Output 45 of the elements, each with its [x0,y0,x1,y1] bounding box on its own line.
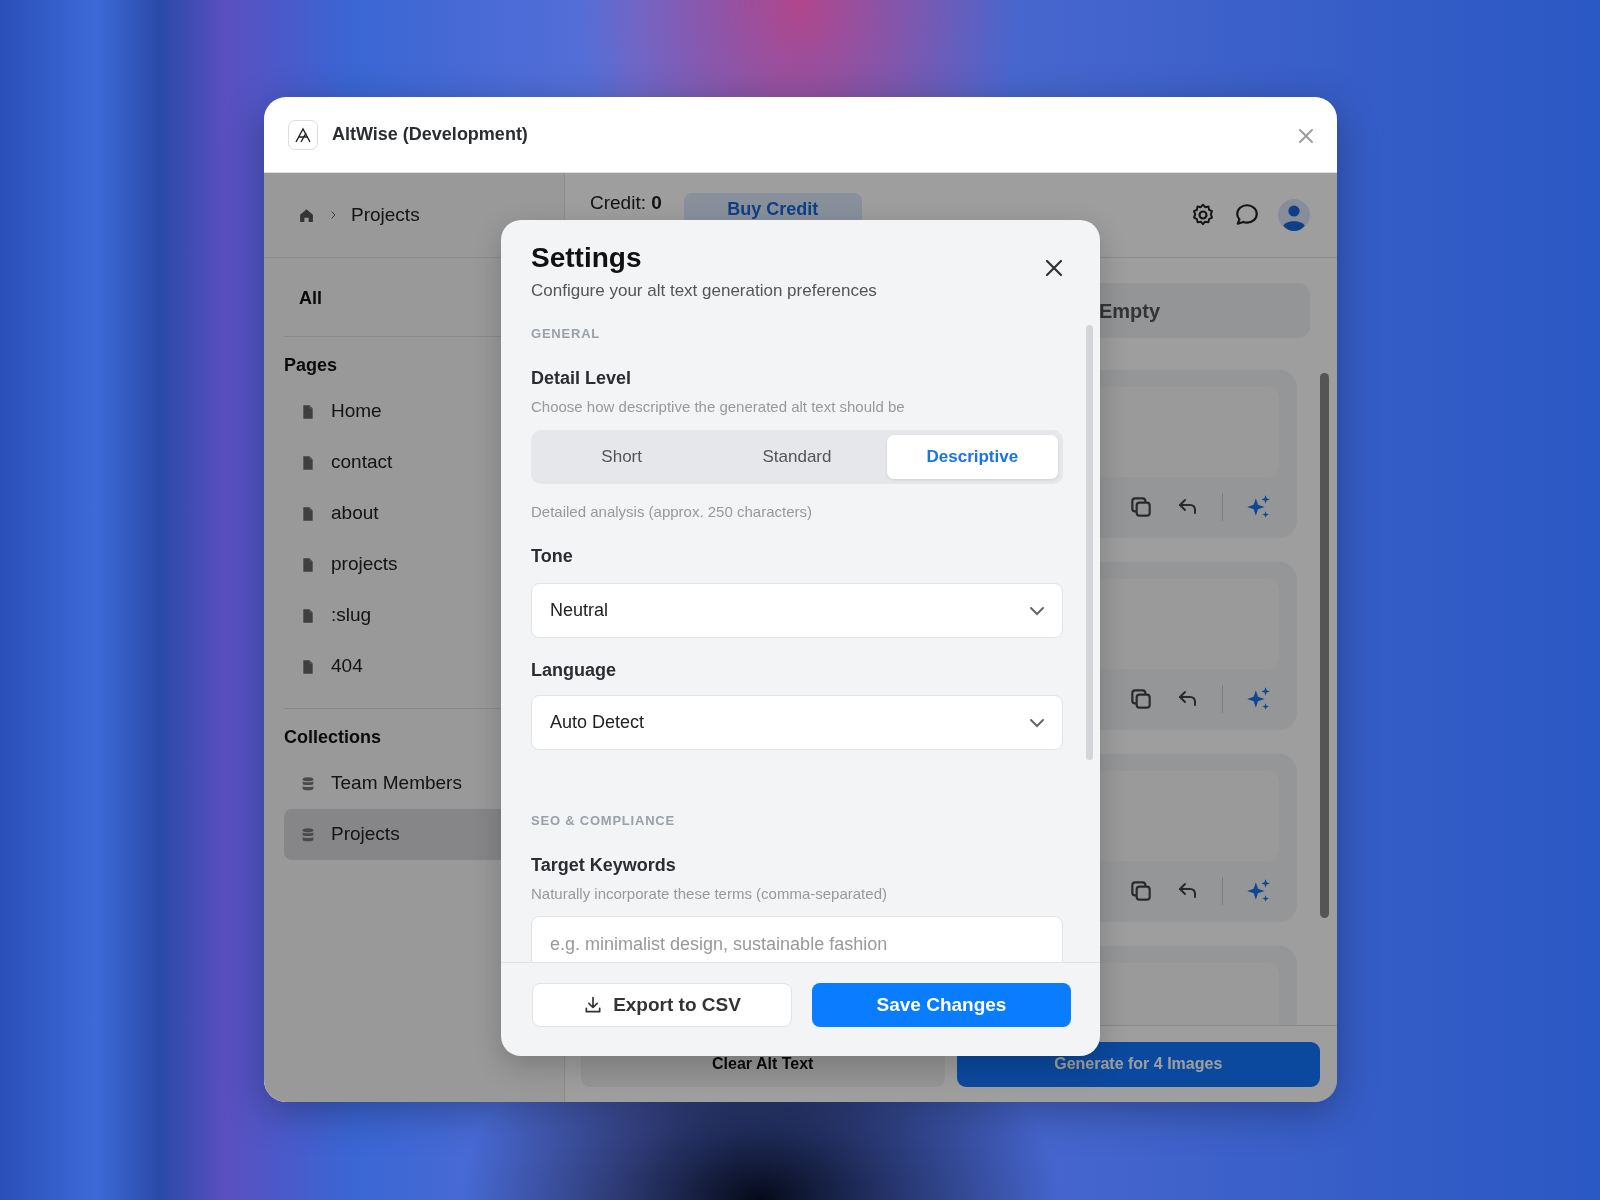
breadcrumb-item[interactable]: Projects [351,200,420,230]
copy-icon[interactable] [1128,494,1154,520]
credit-label: Credit: 0 [590,191,662,215]
file-icon [300,504,316,523]
field-help: Choose how descriptive the generated alt text should be [531,397,906,417]
file-icon [300,606,316,625]
save-button[interactable]: Save Changes [812,983,1071,1027]
field-label: Language [531,659,617,682]
segment-option[interactable]: Standard [711,435,883,479]
field-note: Detailed analysis (approx. 250 characters) [531,502,813,522]
select-field[interactable]: Auto Detect [531,695,1063,750]
dialog-subtitle: Configure your alt text generation preferences [531,280,878,302]
copy-icon[interactable] [1128,686,1154,712]
window-title: AltWise (Development) [332,123,528,146]
home-icon[interactable] [298,206,315,224]
sidebar-item[interactable]: Team Members [284,758,544,809]
database-icon [300,825,316,844]
avatar-icon[interactable] [1278,199,1310,231]
export-button[interactable]: Export to CSV [532,983,792,1027]
segment-option[interactable]: Descriptive [886,435,1058,479]
field-label: Tone [531,545,574,568]
file-icon [300,402,316,421]
field-label: Detail Level [531,367,633,390]
select-field[interactable]: Neutral [531,583,1063,638]
filter-tab[interactable]: Empty [1098,295,1160,326]
chat-bubble-icon[interactable] [1234,202,1260,228]
scrollbar-thumb[interactable] [1086,325,1093,760]
section-title: Pages [284,354,339,376]
database-icon [300,774,316,793]
field-help: Naturally incorporate these terms (comma-separated) [531,884,888,904]
close-icon [1299,128,1313,143]
file-icon [300,453,316,472]
section-title: Collections [284,726,382,748]
copy-icon[interactable] [1128,878,1154,904]
file-icon [300,657,316,676]
download-icon [583,995,604,1015]
dialog-title: Settings [531,241,643,275]
section-heading: GENERAL [531,325,602,343]
chevron-down-icon [1030,606,1044,615]
triangle-logo-icon [294,126,312,143]
file-icon [300,555,316,574]
settings-icon[interactable] [1190,202,1216,228]
input-field[interactable]: e.g. minimalist design, sustainable fashion [531,916,1063,962]
chevron-down-icon [1030,718,1044,727]
scrollbar-thumb[interactable] [1320,373,1329,918]
